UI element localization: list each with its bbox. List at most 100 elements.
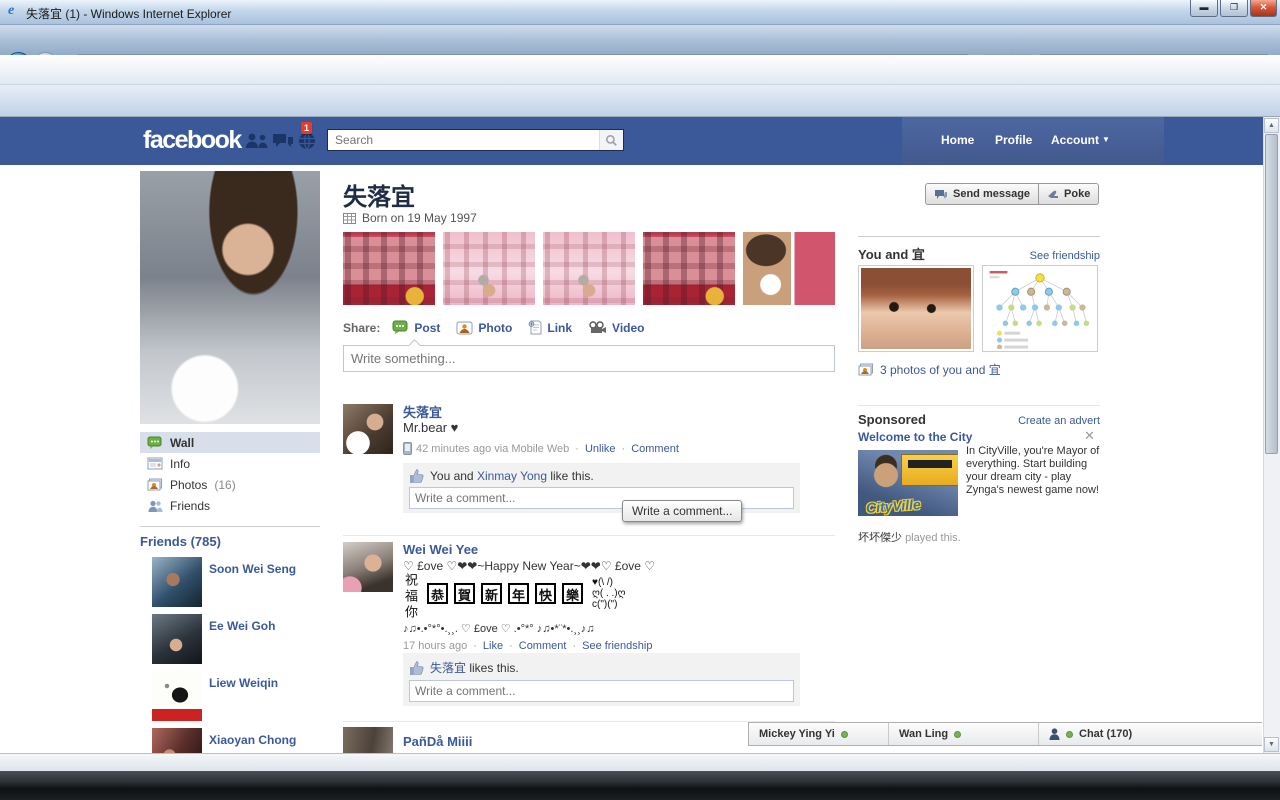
- avatar[interactable]: [343, 404, 393, 454]
- browser-nav-bar: ◀ ▶ ▼ e ▼ ↻ ✕ ▼: [0, 25, 1280, 77]
- status-composer[interactable]: [343, 345, 835, 372]
- comment-input[interactable]: [409, 680, 794, 702]
- notification-badge[interactable]: 1: [301, 122, 313, 134]
- share-row: Share: Post Photo Link Video: [343, 320, 654, 335]
- maximize-button[interactable]: ❐: [1220, 0, 1248, 17]
- fb-nav-account-label: Account: [1051, 133, 1099, 147]
- profile-photo[interactable]: [140, 171, 320, 424]
- fb-nav-profile[interactable]: Profile: [995, 133, 1032, 147]
- friend-name[interactable]: Liew Weiqin: [209, 671, 278, 721]
- divider: [343, 535, 835, 536]
- friend-requests-icon[interactable]: [244, 132, 270, 149]
- unlike-link[interactable]: Unlike: [585, 443, 616, 455]
- friendship-photo[interactable]: [858, 265, 974, 352]
- avatar[interactable]: [343, 542, 393, 592]
- avatar[interactable]: [152, 557, 202, 607]
- sidebar-item-label: Wall: [170, 435, 195, 450]
- avatar[interactable]: [152, 728, 202, 753]
- wall-photo-1[interactable]: [343, 232, 435, 305]
- facebook-search-box[interactable]: [327, 129, 624, 151]
- notifications-icon[interactable]: [298, 132, 317, 150]
- avatar[interactable]: [152, 614, 202, 664]
- avatar[interactable]: [343, 727, 393, 753]
- close-ad-icon[interactable]: ✕: [1084, 428, 1095, 444]
- sidebar-item-label: Info: [170, 456, 191, 471]
- scrollbar-thumb[interactable]: [1265, 134, 1278, 454]
- close-button[interactable]: ✕: [1250, 0, 1277, 17]
- ie-logo-icon: e: [8, 3, 15, 18]
- share-post-link[interactable]: Post: [392, 320, 440, 335]
- ad-image[interactable]: CityVille: [858, 450, 958, 516]
- post-author[interactable]: Wei Wei Yee: [403, 542, 478, 557]
- like-link[interactable]: Like: [483, 640, 503, 652]
- fb-nav-account[interactable]: Account ▼: [1051, 133, 1110, 147]
- friend-name[interactable]: Soon Wei Seng: [209, 557, 296, 607]
- art-box: 年: [508, 583, 529, 604]
- friend-name[interactable]: Ee Wei Goh: [209, 614, 275, 664]
- minimize-button[interactable]: ▬: [1190, 0, 1218, 17]
- poke-button[interactable]: Poke: [1039, 183, 1100, 205]
- facebook-logo[interactable]: facebook: [143, 126, 242, 155]
- search-icon[interactable]: [599, 130, 623, 150]
- like-thumb-icon: [410, 660, 424, 675]
- sidebar-item-friends[interactable]: Friends: [140, 495, 320, 516]
- photos-of-you-link[interactable]: 3 photos of you and 宜: [858, 361, 1001, 378]
- sidebar-item-wall[interactable]: Wall: [140, 432, 320, 453]
- comment-link[interactable]: Comment: [519, 640, 567, 652]
- wall-photo-2[interactable]: [443, 232, 535, 305]
- wall-photo-4[interactable]: [643, 232, 735, 305]
- share-link-label: Link: [547, 320, 573, 335]
- friendship-header: You and 宜 See friendship: [858, 236, 1100, 263]
- create-advert-link[interactable]: Create an advert: [1018, 415, 1100, 427]
- chat-label: Chat (170): [1079, 728, 1133, 740]
- friend-row[interactable]: Ee Wei Goh: [152, 614, 322, 664]
- scroll-up-icon[interactable]: ▲: [1264, 118, 1279, 133]
- friend-row[interactable]: Liew Weiqin: [152, 671, 322, 721]
- title-bar: e 失落宜 (1) - Windows Internet Explorer ▬ …: [0, 0, 1280, 25]
- status-input[interactable]: [351, 351, 827, 366]
- liker-link[interactable]: Xinmay Yong: [477, 469, 547, 483]
- post-meta: 17 hours ago · Like · Comment · See friends…: [403, 640, 653, 652]
- facebook-search-input[interactable]: [328, 133, 599, 147]
- liker-link[interactable]: 失落宜: [430, 661, 466, 675]
- wall-photo-5[interactable]: [743, 232, 835, 305]
- friend-row[interactable]: Soon Wei Seng: [152, 557, 322, 607]
- friendship-tree-photo[interactable]: [982, 265, 1098, 352]
- post-author[interactable]: PañDå Miiii: [403, 734, 472, 749]
- friend-name[interactable]: Xiaoyan Chong: [209, 728, 296, 753]
- post-author[interactable]: 失落宜: [403, 402, 442, 421]
- ad-social-context: 坏坏傑少 played this.: [858, 529, 961, 545]
- wall-post: Wei Wei Yee ♡ £ove ♡❤❤~Happy New Year~❤❤…: [343, 540, 835, 720]
- comment-link[interactable]: Comment: [631, 443, 679, 455]
- see-friendship-link[interactable]: See friendship: [1030, 250, 1100, 262]
- cityville-logo: CityVille: [865, 496, 922, 516]
- share-video-link[interactable]: Video: [588, 321, 645, 335]
- scroll-down-icon[interactable]: ▼: [1264, 737, 1279, 752]
- share-photo-label: Photo: [478, 320, 513, 335]
- art-box: 樂: [562, 583, 583, 604]
- send-message-label: Send message: [953, 188, 1031, 200]
- ad-title-link[interactable]: Welcome to the City: [858, 430, 972, 444]
- post-time: 17 hours ago: [403, 640, 468, 652]
- share-photo-link[interactable]: Photo: [456, 321, 512, 335]
- chat-tab[interactable]: Mickey Ying Yi: [749, 723, 889, 745]
- wall-photo-3[interactable]: [543, 232, 635, 305]
- fb-nav-home[interactable]: Home: [941, 133, 974, 147]
- friend-row[interactable]: Xiaoyan Chong: [152, 728, 322, 753]
- chat-tab[interactable]: Wan Ling: [889, 723, 1039, 745]
- send-message-button[interactable]: Send message: [925, 183, 1040, 205]
- sponsored-header: Sponsored Create an advert: [858, 405, 1100, 427]
- art-boxes: 恭賀新年快樂: [424, 573, 586, 605]
- avatar[interactable]: [152, 671, 202, 721]
- sidebar-item-info[interactable]: Info: [140, 453, 320, 474]
- messages-icon[interactable]: [272, 132, 294, 149]
- photos-count: (16): [214, 477, 236, 492]
- chat-bar: Mickey Ying Yi Wan Ling Chat (170): [748, 722, 1262, 746]
- windows-live-toolbar: Windows Live ▼ What's New Profile Mail P…: [0, 55, 1280, 135]
- chat-launcher[interactable]: Chat (170): [1039, 723, 1262, 745]
- share-link-link[interactable]: Link: [528, 320, 572, 335]
- share-label: Share:: [343, 320, 381, 335]
- see-friendship-link[interactable]: See friendship: [582, 640, 652, 652]
- sidebar-item-photos[interactable]: Photos (16): [140, 474, 320, 495]
- link-icon: [529, 320, 542, 335]
